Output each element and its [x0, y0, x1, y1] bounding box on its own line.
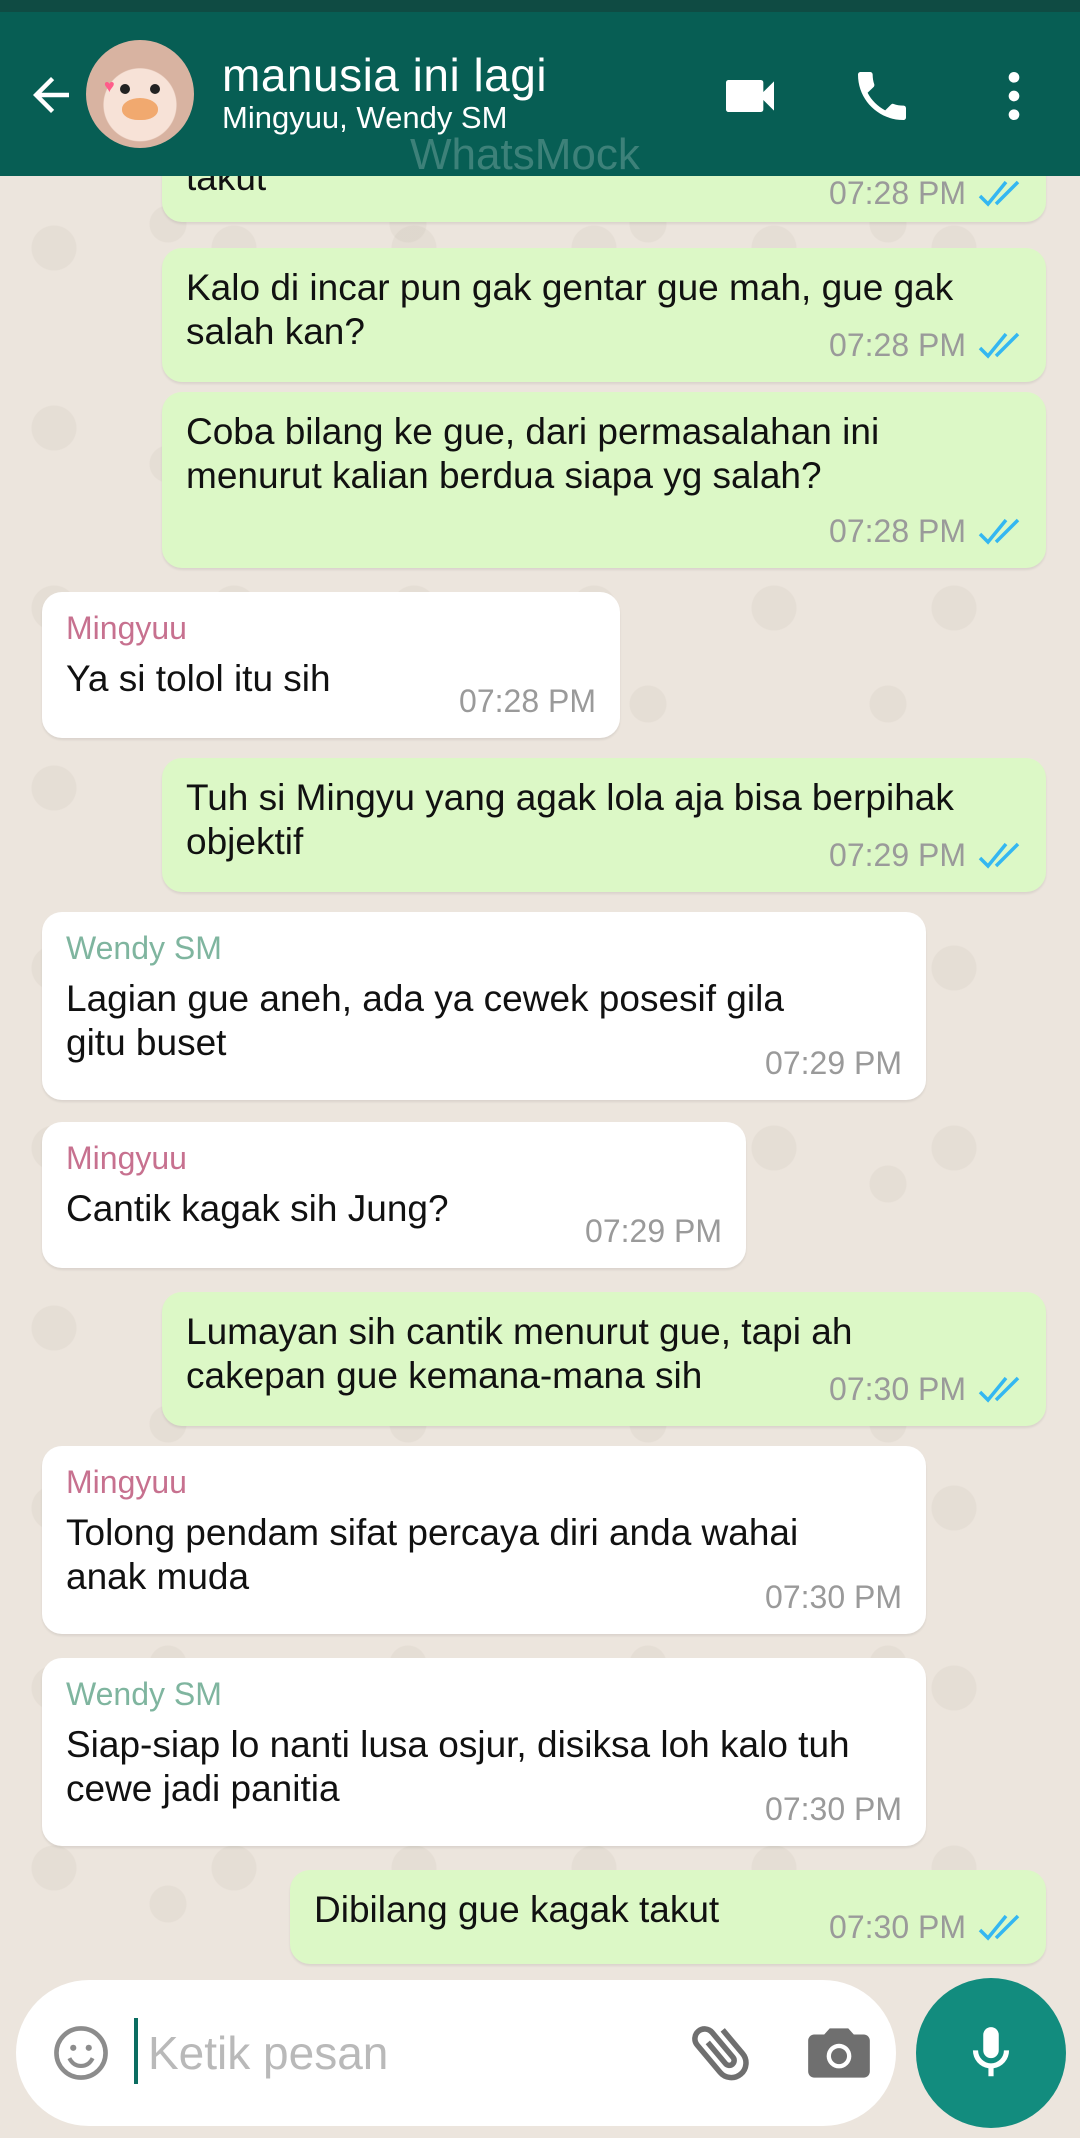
- back-arrow-icon[interactable]: [24, 68, 78, 122]
- sender-name: Mingyuu: [66, 610, 187, 646]
- message-bubble-outgoing[interactable]: Tuh si Mingyu yang agak lola aja bisa be…: [162, 758, 1046, 892]
- message-time: 07:30 PM: [765, 1579, 902, 1615]
- read-ticks-icon: [978, 1376, 1020, 1403]
- message-bubble-incoming[interactable]: Mingyuu Ya si tolol itu sih 07:28 PM: [42, 592, 620, 738]
- mic-button[interactable]: [916, 1978, 1066, 2128]
- chat-header: ♥ manusia ini lagi Mingyuu, Wendy SM Wha…: [0, 12, 1080, 179]
- read-ticks-icon: [978, 518, 1020, 545]
- chat-title[interactable]: manusia ini lagi: [222, 48, 547, 102]
- emoji-icon[interactable]: [50, 2022, 112, 2084]
- read-ticks-icon: [978, 842, 1020, 869]
- video-call-icon[interactable]: [718, 64, 782, 128]
- phone-call-icon[interactable]: [850, 64, 914, 128]
- sender-name: Mingyuu: [66, 1464, 187, 1500]
- message-time: 07:29 PM: [829, 837, 966, 873]
- message-bubble-incoming[interactable]: Mingyuu Tolong pendam sifat percaya diri…: [42, 1446, 926, 1634]
- chat-area[interactable]: takut 07:28 PM Kalo di incar pun gak gen…: [0, 176, 1080, 1970]
- message-bubble-incoming[interactable]: Wendy SM Lagian gue aneh, ada ya cewek p…: [42, 912, 926, 1100]
- heart-icon: ♥: [104, 76, 115, 96]
- avatar-eye-right: [150, 84, 160, 94]
- avatar-eye-left: [120, 84, 130, 94]
- message-time: 07:28 PM: [829, 327, 966, 363]
- message-time: 07:28 PM: [829, 176, 966, 211]
- text-cursor: [134, 2018, 138, 2084]
- message-text: Lagian gue aneh, ada ya cewek posesif gi…: [66, 978, 784, 1063]
- message-composer[interactable]: Ketik pesan: [16, 1980, 896, 2126]
- message-bubble-outgoing[interactable]: Kalo di incar pun gak gentar gue mah, gu…: [162, 248, 1046, 382]
- message-bubble-outgoing[interactable]: Lumayan sih cantik menurut gue, tapi ah …: [162, 1292, 1046, 1426]
- message-bubble-outgoing[interactable]: Coba bilang ke gue, dari permasalahan in…: [162, 392, 1046, 568]
- message-time: 07:28 PM: [829, 513, 966, 549]
- message-time: 07:29 PM: [585, 1213, 722, 1249]
- message-bubble-outgoing[interactable]: Dibilang gue kagak takut 07:30 PM: [290, 1870, 1046, 1964]
- group-avatar[interactable]: ♥: [86, 40, 194, 148]
- message-input[interactable]: Ketik pesan: [148, 2026, 388, 2080]
- read-ticks-icon: [978, 332, 1020, 359]
- read-ticks-icon: [978, 1914, 1020, 1941]
- sender-name: Wendy SM: [66, 1676, 222, 1712]
- message-text: Coba bilang ke gue, dari permasalahan in…: [186, 411, 880, 496]
- camera-icon[interactable]: [802, 2016, 876, 2090]
- message-bubble-outgoing[interactable]: takut 07:28 PM: [162, 176, 1046, 222]
- message-time: 07:29 PM: [765, 1045, 902, 1081]
- message-bubble-incoming[interactable]: Mingyuu Cantik kagak sih Jung? 07:29 PM: [42, 1122, 746, 1268]
- more-vert-icon[interactable]: [982, 64, 1046, 128]
- mic-icon: [972, 2027, 1010, 2077]
- attach-icon[interactable]: [684, 2014, 762, 2092]
- message-time: 07:30 PM: [765, 1791, 902, 1827]
- message-bubble-incoming[interactable]: Wendy SM Siap-siap lo nanti lusa osjur, …: [42, 1658, 926, 1846]
- status-bar: [0, 0, 1080, 12]
- message-text: Tolong pendam sifat percaya diri anda wa…: [66, 1512, 799, 1597]
- read-ticks-icon: [978, 180, 1020, 207]
- watermark: WhatsMock: [410, 130, 640, 179]
- avatar-beak: [122, 98, 158, 120]
- message-time: 07:28 PM: [459, 683, 596, 719]
- message-time: 07:30 PM: [829, 1371, 966, 1407]
- sender-name: Wendy SM: [66, 930, 222, 966]
- sender-name: Mingyuu: [66, 1140, 187, 1176]
- message-time: 07:30 PM: [829, 1909, 966, 1945]
